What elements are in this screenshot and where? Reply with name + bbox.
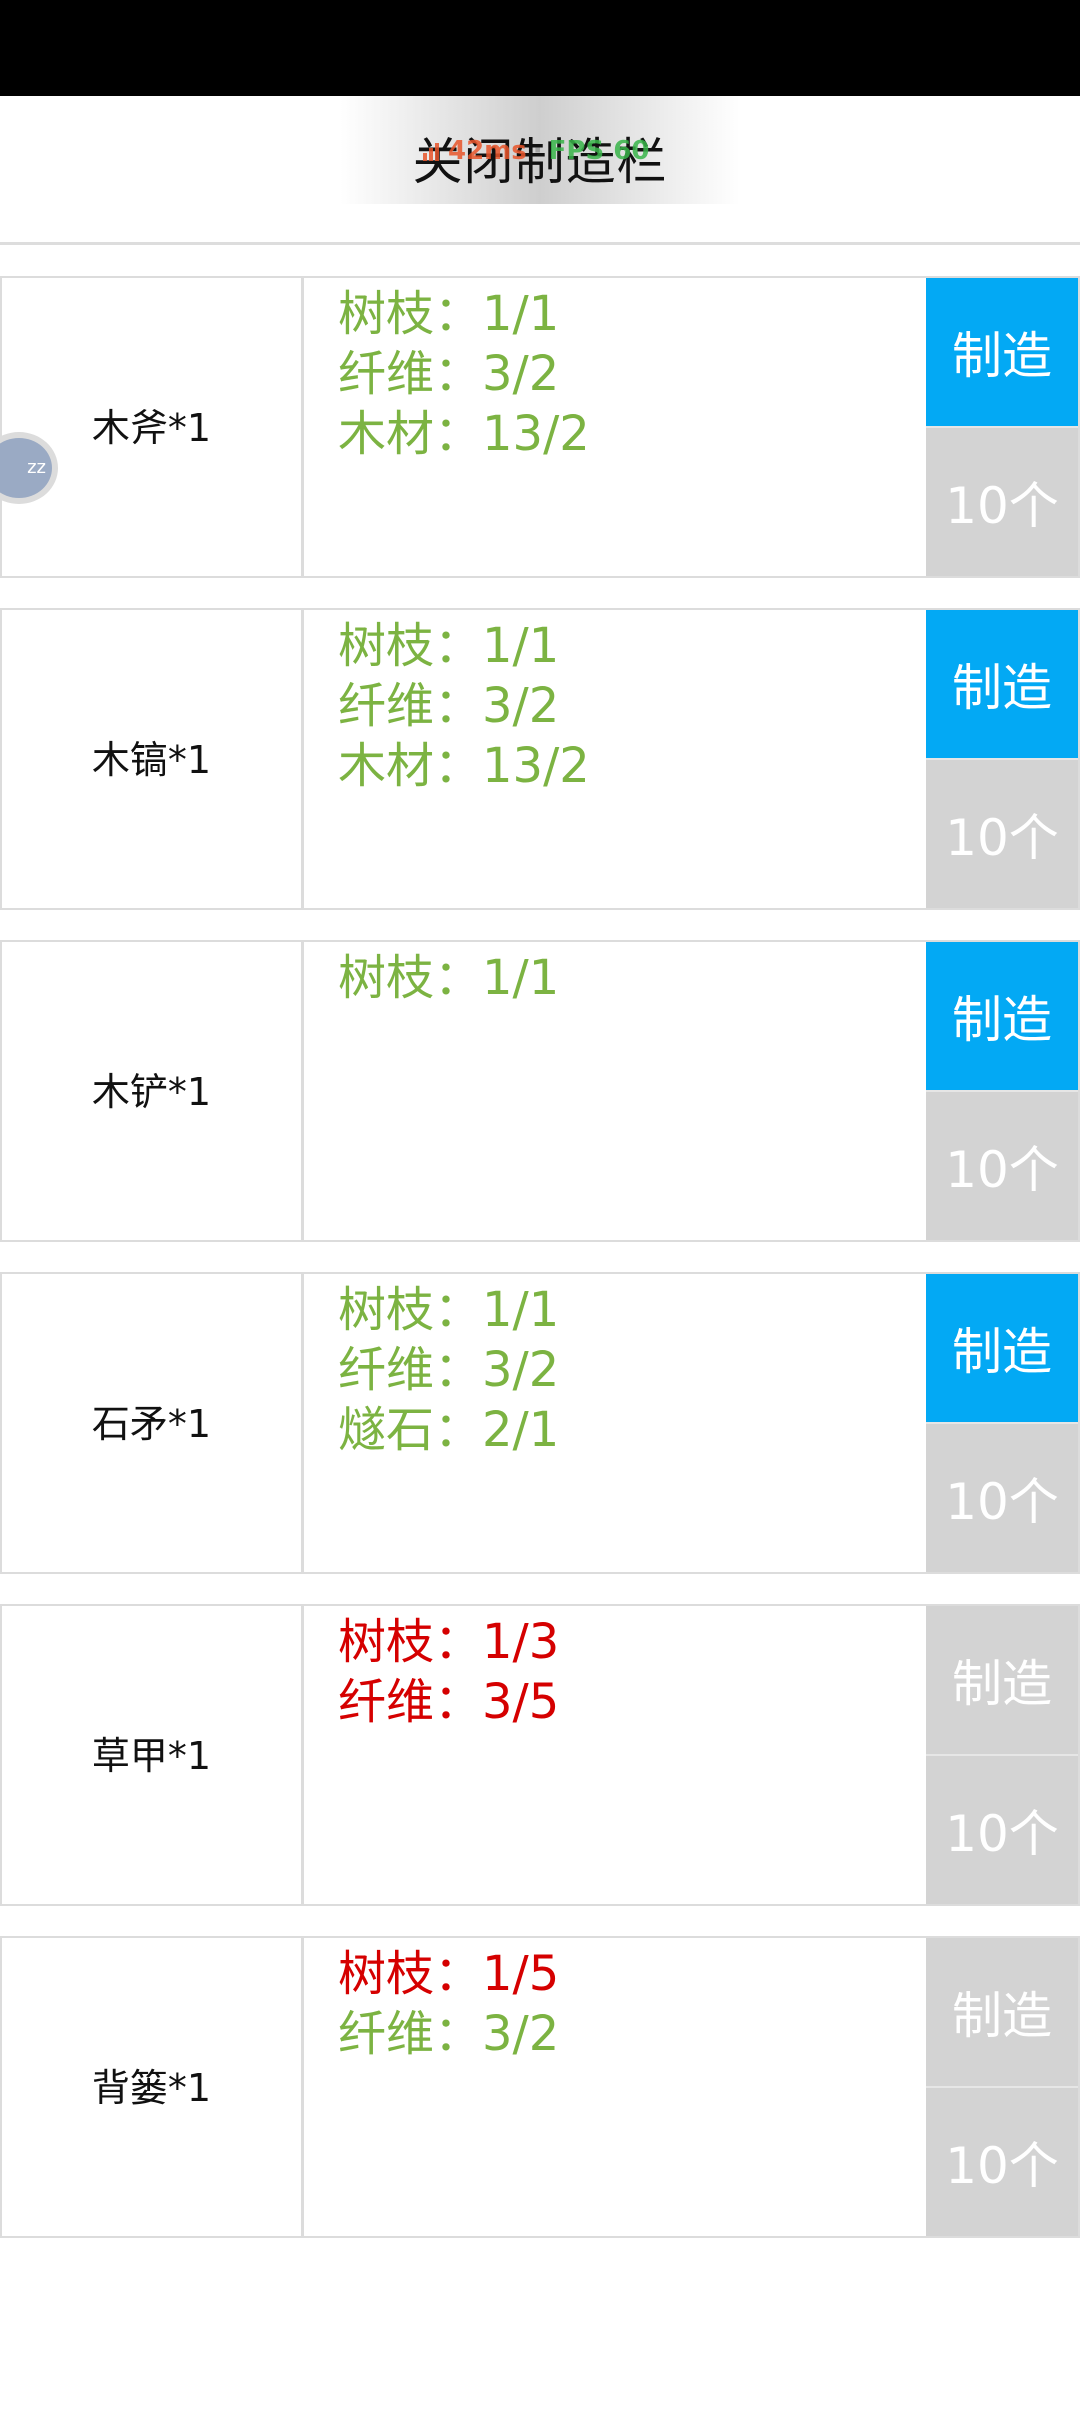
- material-requirement-met: 纤维：3/2: [338, 1342, 560, 1398]
- craft-button-column: 制造 10个: [926, 942, 1078, 1240]
- material-requirement-met: 树枝：1/1: [338, 1282, 560, 1338]
- craft-ten-button[interactable]: 10个: [926, 758, 1078, 908]
- craft-button[interactable]: 制造: [926, 1274, 1078, 1422]
- fps-separator: ·: [532, 136, 543, 166]
- recipe-row: 木铲*1 树枝：1/1 制造 10个: [0, 940, 1080, 1242]
- recipe-list: 木斧*1 树枝：1/1 纤维：3/2 木材：13/2 制造 10个 木镐*1 树枝：1/1 纤维…: [0, 276, 1080, 2268]
- status-bar: [0, 0, 1080, 96]
- craft-button-column: 制造 10个: [926, 610, 1078, 908]
- material-requirement-met: 木材：13/2: [338, 406, 590, 462]
- material-requirement-met: 树枝：1/1: [338, 618, 560, 674]
- craft-ten-button[interactable]: 10个: [926, 426, 1078, 576]
- material-requirement-missing: 树枝：1/5: [338, 1946, 560, 2002]
- recipe-row: 背篓*1 树枝：1/5 纤维：3/2 制造 10个: [0, 1936, 1080, 2238]
- recipe-row: 草甲*1 树枝：1/3 纤维：3/5 制造 10个: [0, 1604, 1080, 1906]
- craft-ten-button[interactable]: 10个: [926, 1754, 1078, 1904]
- material-list: 树枝：1/3 纤维：3/5: [338, 1612, 918, 1732]
- material-requirement-met: 纤维：3/2: [338, 346, 560, 402]
- recipe-name: 木铲*1: [2, 942, 304, 1240]
- craft-button-column: 制造 10个: [926, 1606, 1078, 1904]
- fps-overlay: 42ms · FPS 60: [422, 136, 649, 166]
- recipe-row: 木斧*1 树枝：1/1 纤维：3/2 木材：13/2 制造 10个: [0, 276, 1080, 578]
- craft-button[interactable]: 制造: [926, 278, 1078, 426]
- craft-button-column: 制造 10个: [926, 1938, 1078, 2236]
- material-requirement-missing: 纤维：3/5: [338, 1674, 560, 1730]
- recipe-name: 石矛*1: [2, 1274, 304, 1572]
- material-requirement-met: 树枝：1/1: [338, 286, 560, 342]
- craft-button-column: 制造 10个: [926, 1274, 1078, 1572]
- material-requirement-met: 纤维：3/2: [338, 678, 560, 734]
- craft-button-column: 制造 10个: [926, 278, 1078, 576]
- recipe-name: 草甲*1: [2, 1606, 304, 1904]
- craft-ten-button[interactable]: 10个: [926, 2086, 1078, 2236]
- material-list: 树枝：1/1 纤维：3/2 燧石：2/1: [338, 1280, 918, 1460]
- material-requirement-missing: 树枝：1/3: [338, 1614, 560, 1670]
- craft-button[interactable]: 制造: [926, 1606, 1078, 1754]
- craft-button[interactable]: 制造: [926, 942, 1078, 1090]
- fps-value: FPS 60: [548, 136, 650, 166]
- craft-ten-button[interactable]: 10个: [926, 1090, 1078, 1240]
- material-requirement-met: 纤维：3/2: [338, 2006, 560, 2062]
- material-list: 树枝：1/5 纤维：3/2: [338, 1944, 918, 2064]
- material-requirement-met: 树枝：1/1: [338, 950, 560, 1006]
- material-requirement-met: 木材：13/2: [338, 738, 590, 794]
- recipe-name: 木镐*1: [2, 610, 304, 908]
- header-divider: [0, 242, 1080, 245]
- craft-button[interactable]: 制造: [926, 1938, 1078, 2086]
- ping-value: 42ms: [448, 136, 527, 166]
- material-list: 树枝：1/1 纤维：3/2 木材：13/2: [338, 616, 918, 796]
- recipe-name: 背篓*1: [2, 1938, 304, 2236]
- material-list: 树枝：1/1 纤维：3/2 木材：13/2: [338, 284, 918, 464]
- material-requirement-met: 燧石：2/1: [338, 1402, 560, 1458]
- header: 关闭制造栏 42ms · FPS 60: [0, 96, 1080, 246]
- craft-button[interactable]: 制造: [926, 610, 1078, 758]
- recipe-row: 木镐*1 树枝：1/1 纤维：3/2 木材：13/2 制造 10个: [0, 608, 1080, 910]
- material-list: 树枝：1/1: [338, 948, 918, 1008]
- craft-ten-button[interactable]: 10个: [926, 1422, 1078, 1572]
- recipe-name: 木斧*1: [2, 278, 304, 576]
- signal-icon: [423, 143, 439, 161]
- recipe-row: 石矛*1 树枝：1/1 纤维：3/2 燧石：2/1 制造 10个: [0, 1272, 1080, 1574]
